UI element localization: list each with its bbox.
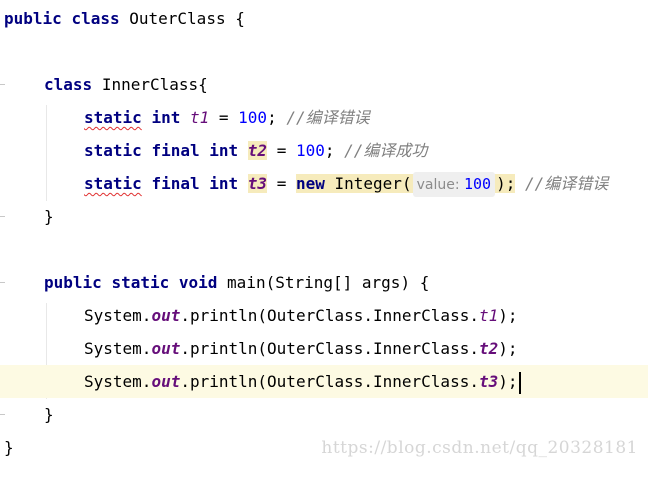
keyword: public [44,273,102,292]
comment: //编译成功 [344,141,428,160]
statement-end: ); [498,306,518,325]
constructor-call: Integer( [324,174,412,193]
class-declaration: InnerClass{ [101,75,208,94]
field-ref: t2 [478,339,499,358]
statement-end: ); [498,339,518,358]
class-ref: System. [84,372,152,391]
code-line[interactable]: public class OuterClass { [0,2,648,35]
field-ref: t3 [478,372,499,391]
class-ref: System. [84,339,152,358]
code-line[interactable]: System.out.println(OuterClass.InnerClass… [0,332,648,365]
keyword: class [71,9,120,28]
closing-brace: } [44,207,54,226]
static-field-ref: out [151,306,181,325]
class-ref: System. [84,306,152,325]
code-line[interactable]: } [0,200,648,233]
keyword: final [151,174,200,193]
method-call: .println(OuterClass.InnerClass. [180,372,479,391]
field-ref: t1 [478,306,499,325]
operator: = [267,141,296,160]
comment: //编译错误 [525,174,609,193]
parameter-hint: value: 100 [412,172,496,197]
keyword-error: static [84,108,142,127]
code-line[interactable]: static final int t2 = 100; //编译成功 [0,134,648,167]
keyword: int [209,141,239,160]
watermark: https://blog.csdn.net/qq_20328181 [321,438,638,458]
number-literal: 100 [464,175,492,193]
static-field-ref: out [151,339,181,358]
keyword-error: static [84,174,142,193]
static-field-ref: out [151,372,181,391]
keyword: public [4,9,62,28]
field-name: t1 [189,108,210,127]
keyword: class [44,75,93,94]
semicolon: ; [324,141,345,160]
code-line[interactable]: static int t1 = 100; //编译错误 [0,101,648,134]
class-declaration: OuterClass { [129,9,245,28]
keyword: final [151,141,200,160]
statement-end: ); [498,372,518,391]
operator: = [209,108,239,127]
number-literal: 100 [238,108,268,127]
close-paren: ); [496,174,516,193]
comment: //编译错误 [286,108,370,127]
text-caret [518,371,521,394]
operator: = [267,174,296,193]
keyword: static [111,273,170,292]
code-line[interactable]: public static void main(String[] args) { [0,266,648,299]
hint-label: value: [416,177,460,193]
code-line[interactable]: System.out.println(OuterClass.InnerClass… [0,299,648,332]
keyword: static [84,141,142,160]
method-signature: main(String[] args) { [227,273,430,292]
keyword: void [178,273,218,292]
code-line[interactable]: class InnerClass{ [0,68,648,101]
keyword: int [209,174,239,193]
closing-brace: } [44,405,54,424]
code-line[interactable]: } [0,398,648,431]
code-line[interactable]: static final int t3 = new Integer(value:… [0,167,648,200]
keyword: int [151,108,181,127]
closing-brace: } [4,438,14,457]
method-call: .println(OuterClass.InnerClass. [180,306,479,325]
field-name: t2 [247,141,268,160]
semicolon: ; [267,108,287,127]
code-line-current[interactable]: System.out.println(OuterClass.InnerClass… [0,365,648,398]
field-name: t3 [247,174,268,193]
number-literal: 100 [295,141,325,160]
keyword: new [295,174,325,193]
method-call: .println(OuterClass.InnerClass. [180,339,479,358]
